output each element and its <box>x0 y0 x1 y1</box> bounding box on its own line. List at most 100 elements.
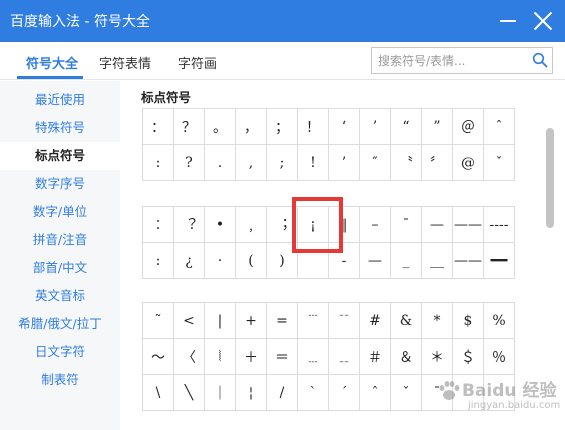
symbol-cell[interactable]: ； <box>267 109 298 145</box>
sidebar-item-numbering[interactable]: 数字序号 <box>0 170 120 198</box>
vertical-scrollbar[interactable] <box>546 128 554 228</box>
symbol-cell[interactable]: —— <box>453 243 484 279</box>
symbol-cell[interactable]: ---- <box>484 207 515 243</box>
symbol-cell[interactable]: “ <box>391 109 422 145</box>
symbol-cell[interactable]: # <box>360 303 391 339</box>
symbol-cell[interactable]: ˇ <box>391 375 422 411</box>
symbol-cell[interactable]: ! <box>298 145 329 181</box>
symbol-cell[interactable]: ˆ <box>360 375 391 411</box>
symbol-cell[interactable]: ╲ <box>174 375 205 411</box>
symbol-cell[interactable]: ﹎ <box>329 339 360 375</box>
sidebar-item-units[interactable]: 数字/单位 <box>0 198 120 226</box>
symbol-cell[interactable]: —— <box>453 207 484 243</box>
symbol-cell[interactable]: ％ <box>484 339 515 375</box>
symbol-cell[interactable]: + <box>236 303 267 339</box>
symbol-cell[interactable]: | <box>205 303 236 339</box>
symbol-cell[interactable]: 〞 <box>422 145 453 181</box>
symbol-cell[interactable]: , <box>236 145 267 181</box>
symbol-cell[interactable]: ’ <box>329 145 360 181</box>
symbol-cell[interactable]: ˋ <box>298 375 329 411</box>
search-icon[interactable] <box>532 52 548 68</box>
sidebar-item-punctuation[interactable]: 标点符号 <box>0 142 120 170</box>
symbol-cell[interactable]: ＃ <box>360 339 391 375</box>
symbol-cell[interactable]: ” <box>422 109 453 145</box>
symbol-cell[interactable]: ﹐ <box>236 207 267 243</box>
symbol-cell[interactable]: ？ <box>174 109 205 145</box>
symbol-cell[interactable]: ¡ <box>298 207 329 243</box>
minimize-button[interactable] <box>493 6 523 36</box>
symbol-cell[interactable]: ﹊ <box>329 303 360 339</box>
symbol-cell[interactable]: ˇ <box>484 145 515 181</box>
symbol-cell[interactable]: ﹍ <box>298 339 329 375</box>
symbol-cell[interactable]: ? <box>174 145 205 181</box>
symbol-cell[interactable]: ˜ <box>143 303 174 339</box>
symbol-cell[interactable]: 〈 <box>174 339 205 375</box>
symbol-cell[interactable]: 〝 <box>391 145 422 181</box>
symbol-cell[interactable]: ) <box>267 243 298 279</box>
sidebar-item-phonetics[interactable]: 英文音标 <box>0 282 120 310</box>
symbol-cell[interactable]: % <box>484 303 515 339</box>
symbol-cell[interactable]: ¯ <box>391 207 422 243</box>
symbol-cell[interactable]: ˊ <box>329 375 360 411</box>
symbol-cell[interactable]: • <box>205 207 236 243</box>
symbol-cell[interactable]: - <box>329 243 360 279</box>
sidebar-item-special[interactable]: 特殊符号 <box>0 114 120 142</box>
symbol-cell[interactable] <box>298 243 329 279</box>
symbol-cell[interactable]: ！ <box>298 109 329 145</box>
symbol-cell[interactable]: ¦ <box>236 375 267 411</box>
tab-char-art[interactable]: 字符画 <box>178 53 217 72</box>
symbol-cell[interactable]: 。 <box>205 109 236 145</box>
symbol-cell[interactable]: < <box>174 303 205 339</box>
symbol-cell[interactable]: : <box>143 145 174 181</box>
symbol-cell[interactable]: ¿ <box>174 243 205 279</box>
symbol-cell[interactable]: – <box>360 207 391 243</box>
search-input[interactable] <box>378 52 528 70</box>
symbol-cell[interactable]: ︖ <box>174 207 205 243</box>
symbol-cell[interactable]: = <box>267 303 298 339</box>
symbol-cell[interactable]: ｜ <box>205 375 236 411</box>
symbol-cell[interactable]: — <box>422 207 453 243</box>
sidebar-item-radicals[interactable]: 部首/中文 <box>0 254 120 282</box>
symbol-cell[interactable]: : <box>143 243 174 279</box>
symbol-cell[interactable]: ～ <box>143 339 174 375</box>
symbol-cell[interactable]: ， <box>236 109 267 145</box>
symbol-cell[interactable]: ＝ <box>267 339 298 375</box>
symbol-cell[interactable]: ＆ <box>391 339 422 375</box>
symbol-cell[interactable]: ： <box>143 109 174 145</box>
tab-symbols[interactable]: 符号大全 <box>26 53 78 72</box>
sidebar-item-box-drawing[interactable]: 制表符 <box>0 366 120 394</box>
symbol-cell[interactable]: \ <box>143 375 174 411</box>
symbol-cell[interactable]: ‘ <box>329 109 360 145</box>
symbol-cell[interactable]: ‖ <box>329 207 360 243</box>
symbol-cell[interactable]: / <box>267 375 298 411</box>
sidebar-item-greek-russian-latin[interactable]: 希腊/俄文/拉丁 <box>0 310 120 338</box>
symbol-cell[interactable]: ︔ <box>267 207 298 243</box>
symbol-cell[interactable]: . <box>205 145 236 181</box>
symbol-cell[interactable]: & <box>391 303 422 339</box>
symbol-cell[interactable]: _ <box>391 243 422 279</box>
symbol-cell[interactable]: ＠ <box>453 109 484 145</box>
sidebar-item-pinyin[interactable]: 拼音/注音 <box>0 226 120 254</box>
symbol-cell[interactable]: ＊ <box>422 339 453 375</box>
symbol-cell[interactable]: ″ <box>360 145 391 181</box>
symbol-cell[interactable]: * <box>422 303 453 339</box>
symbol-cell[interactable]: · <box>205 243 236 279</box>
symbol-cell[interactable]: ︰ <box>143 207 174 243</box>
symbol-cell[interactable]: ﹉ <box>298 303 329 339</box>
symbol-cell[interactable]: ˆ <box>484 109 515 145</box>
close-button[interactable] <box>528 6 558 36</box>
symbol-cell[interactable]: ( <box>236 243 267 279</box>
symbol-cell[interactable]: ; <box>267 145 298 181</box>
symbol-cell[interactable]: ━━ <box>484 243 515 279</box>
tab-char-emoticons[interactable]: 字符表情 <box>99 53 151 72</box>
symbol-cell[interactable]: ’ <box>360 109 391 145</box>
symbol-cell[interactable]: ＄ <box>453 339 484 375</box>
symbol-cell[interactable]: — <box>360 243 391 279</box>
sidebar-item-japanese[interactable]: 日文字符 <box>0 338 120 366</box>
symbol-cell[interactable]: ＋ <box>236 339 267 375</box>
sidebar-item-recent[interactable]: 最近使用 <box>0 86 120 114</box>
symbol-cell[interactable]: @ <box>453 145 484 181</box>
symbol-cell[interactable]: ⦚ <box>205 339 236 375</box>
symbol-cell[interactable]: ＿ <box>422 243 453 279</box>
symbol-cell[interactable]: $ <box>453 303 484 339</box>
